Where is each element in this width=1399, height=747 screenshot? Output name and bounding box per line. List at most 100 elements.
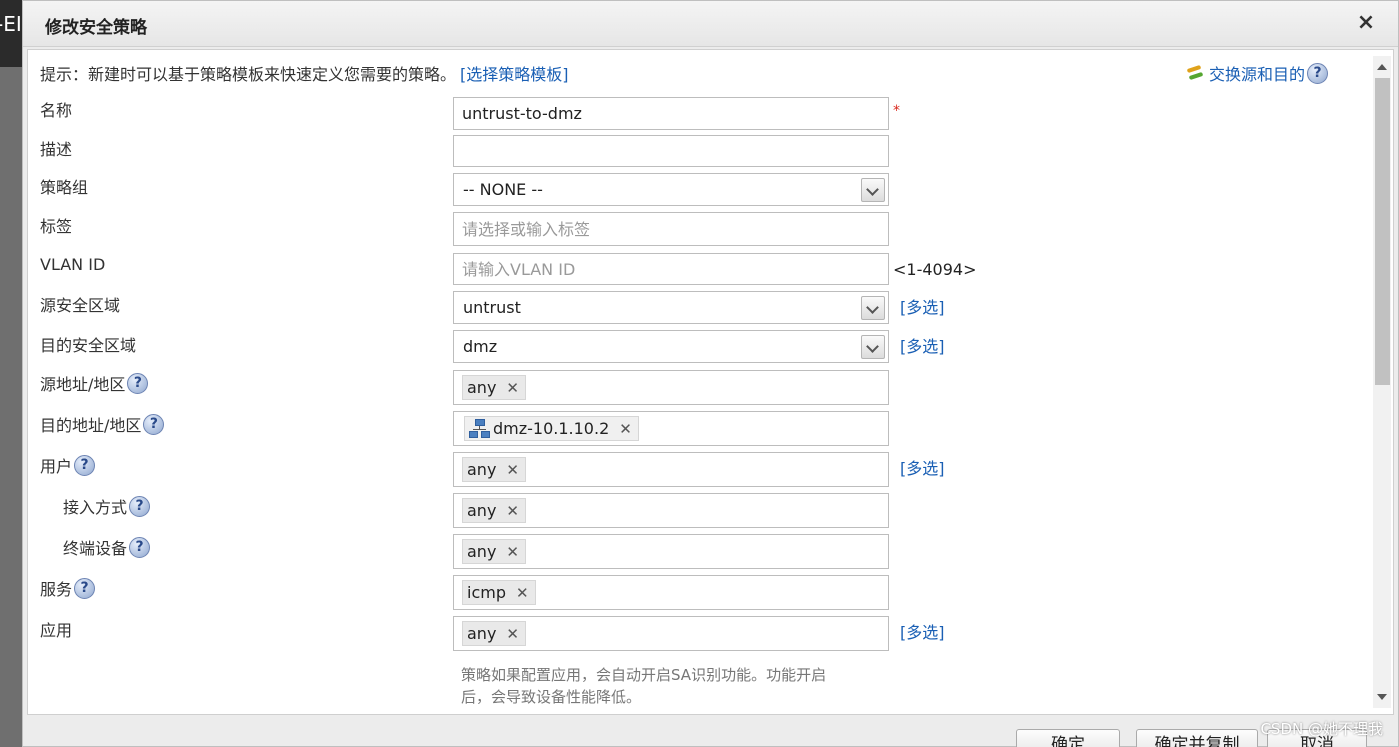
- access-method-tag: any ✕: [462, 498, 526, 523]
- service-label-text: 服务: [40, 580, 73, 599]
- network-address-icon: [469, 418, 491, 439]
- dest-address-tag: dmz-10.1.10.2 ✕: [464, 416, 639, 441]
- terminal-device-label-text: 终端设备: [63, 539, 128, 558]
- service-tag-box[interactable]: icmp ✕: [453, 575, 889, 610]
- close-button[interactable]: ×: [1354, 11, 1378, 35]
- scroll-down-arrow-icon[interactable]: [1377, 694, 1387, 700]
- service-label: 服务 ?: [40, 576, 96, 600]
- tag-text: any: [467, 460, 497, 479]
- remove-tag-icon[interactable]: ✕: [506, 502, 519, 520]
- terminal-device-label: 终端设备 ?: [63, 535, 151, 559]
- remove-tag-icon[interactable]: ✕: [619, 420, 632, 438]
- application-tag: any ✕: [462, 621, 526, 646]
- help-icon[interactable]: ?: [74, 454, 96, 476]
- tag-text: any: [467, 542, 497, 561]
- hint-row: 提示：新建时可以基于策略模板来快速定义您需要的策略。 [选择策略模板]: [40, 61, 569, 85]
- background-window-strip: -EI: [0, 0, 24, 67]
- tag-label: 标签: [40, 217, 73, 236]
- user-multi-select-link[interactable]: [多选]: [900, 455, 945, 479]
- swap-source-dest-link[interactable]: 交换源和目的 ?: [1185, 61, 1329, 85]
- source-zone-value: untrust: [463, 298, 521, 317]
- application-note-line: 后，会导致设备性能降低。: [461, 688, 642, 706]
- access-method-label-text: 接入方式: [63, 498, 128, 517]
- remove-tag-icon[interactable]: ✕: [506, 543, 519, 561]
- ok-button[interactable]: 确定: [1016, 729, 1120, 747]
- select-policy-template-link[interactable]: [选择策略模板]: [460, 65, 569, 84]
- description-field-box: [453, 135, 889, 167]
- remove-tag-icon[interactable]: ✕: [516, 584, 529, 602]
- dialog-content: 提示：新建时可以基于策略模板来快速定义您需要的策略。 [选择策略模板] 交换源和目…: [27, 49, 1394, 715]
- source-zone-label: 源安全区域: [40, 296, 121, 315]
- user-label: 用户 ?: [40, 453, 96, 477]
- source-address-tag-box[interactable]: any ✕: [453, 370, 889, 405]
- dest-zone-select[interactable]: dmz: [453, 330, 889, 363]
- edit-security-policy-dialog: 修改安全策略 × 提示：新建时可以基于策略模板来快速定义您需要的策略。 [选择策略…: [22, 0, 1399, 747]
- scroll-up-arrow-icon[interactable]: [1377, 64, 1387, 70]
- tag-text: any: [467, 378, 497, 397]
- vlan-id-input[interactable]: [454, 254, 888, 284]
- vlan-id-range: <1-4094>: [893, 260, 977, 279]
- dest-zone-value: dmz: [463, 337, 498, 356]
- swap-icon: [1185, 64, 1205, 82]
- policy-group-label: 策略组: [40, 178, 89, 197]
- watermark: CSDN @她不理我: [1260, 720, 1383, 738]
- description-input[interactable]: [454, 136, 888, 166]
- remove-tag-icon[interactable]: ✕: [506, 625, 519, 643]
- terminal-device-tag-box[interactable]: any ✕: [453, 534, 889, 569]
- application-note-line: 策略如果配置应用，会自动开启SA识别功能。功能开启: [461, 666, 827, 684]
- access-method-label: 接入方式 ?: [63, 494, 151, 518]
- dest-address-label-text: 目的地址/地区: [40, 416, 142, 435]
- name-label: 名称: [40, 101, 73, 120]
- terminal-device-tag: any ✕: [462, 539, 526, 564]
- tag-text: any: [467, 624, 497, 643]
- chevron-down-icon[interactable]: [861, 335, 885, 359]
- application-label: 应用: [40, 621, 73, 640]
- dialog-title: 修改安全策略: [45, 18, 147, 38]
- application-note: 策略如果配置应用，会自动开启SA识别功能。功能开启 后，会导致设备性能降低。: [461, 664, 911, 708]
- dest-address-label: 目的地址/地区 ?: [40, 412, 165, 436]
- background-peek-text: -EI: [0, 12, 22, 36]
- required-mark: *: [893, 103, 900, 119]
- help-icon[interactable]: ?: [74, 577, 96, 599]
- chevron-down-icon[interactable]: [861, 296, 885, 320]
- tag-field-box: [453, 212, 889, 246]
- tag-text: dmz-10.1.10.2: [493, 419, 610, 438]
- user-tag: any ✕: [462, 457, 526, 482]
- vlan-id-field-box: [453, 253, 889, 285]
- tag-input[interactable]: [454, 213, 888, 245]
- hint-text: 提示：新建时可以基于策略模板来快速定义您需要的策略。: [40, 65, 457, 84]
- policy-group-value: -- NONE --: [463, 180, 543, 199]
- description-label: 描述: [40, 140, 73, 159]
- chevron-down-icon[interactable]: [861, 178, 885, 202]
- name-field-box: [453, 97, 889, 130]
- remove-tag-icon[interactable]: ✕: [506, 379, 519, 397]
- dest-zone-multi-select-link[interactable]: [多选]: [900, 333, 945, 357]
- vertical-scrollbar[interactable]: [1373, 56, 1391, 708]
- dest-address-tag-box[interactable]: dmz-10.1.10.2 ✕: [453, 411, 889, 446]
- dialog-titlebar: 修改安全策略 ×: [23, 1, 1398, 47]
- help-icon[interactable]: ?: [143, 413, 165, 435]
- remove-tag-icon[interactable]: ✕: [506, 461, 519, 479]
- tag-text: any: [467, 501, 497, 520]
- swap-label: 交换源和目的: [1209, 65, 1306, 84]
- tag-text: icmp: [467, 583, 506, 602]
- source-address-tag: any ✕: [462, 375, 526, 400]
- source-zone-multi-select-link[interactable]: [多选]: [900, 294, 945, 318]
- help-icon[interactable]: ?: [127, 372, 149, 394]
- help-icon[interactable]: ?: [129, 495, 151, 517]
- scrollbar-thumb[interactable]: [1375, 78, 1390, 385]
- user-tag-box[interactable]: any ✕: [453, 452, 889, 487]
- source-address-label-text: 源地址/地区: [40, 375, 126, 394]
- help-icon[interactable]: ?: [129, 536, 151, 558]
- access-method-tag-box[interactable]: any ✕: [453, 493, 889, 528]
- source-zone-select[interactable]: untrust: [453, 291, 889, 324]
- vlan-id-label: VLAN ID: [40, 255, 106, 274]
- name-input[interactable]: [454, 98, 888, 129]
- help-icon[interactable]: ?: [1307, 62, 1329, 84]
- policy-group-select[interactable]: -- NONE --: [453, 173, 889, 206]
- application-multi-select-link[interactable]: [多选]: [900, 619, 945, 643]
- ok-and-copy-button[interactable]: 确定并复制: [1136, 729, 1258, 747]
- user-label-text: 用户: [40, 457, 73, 476]
- application-tag-box[interactable]: any ✕: [453, 616, 889, 651]
- source-address-label: 源地址/地区 ?: [40, 371, 149, 395]
